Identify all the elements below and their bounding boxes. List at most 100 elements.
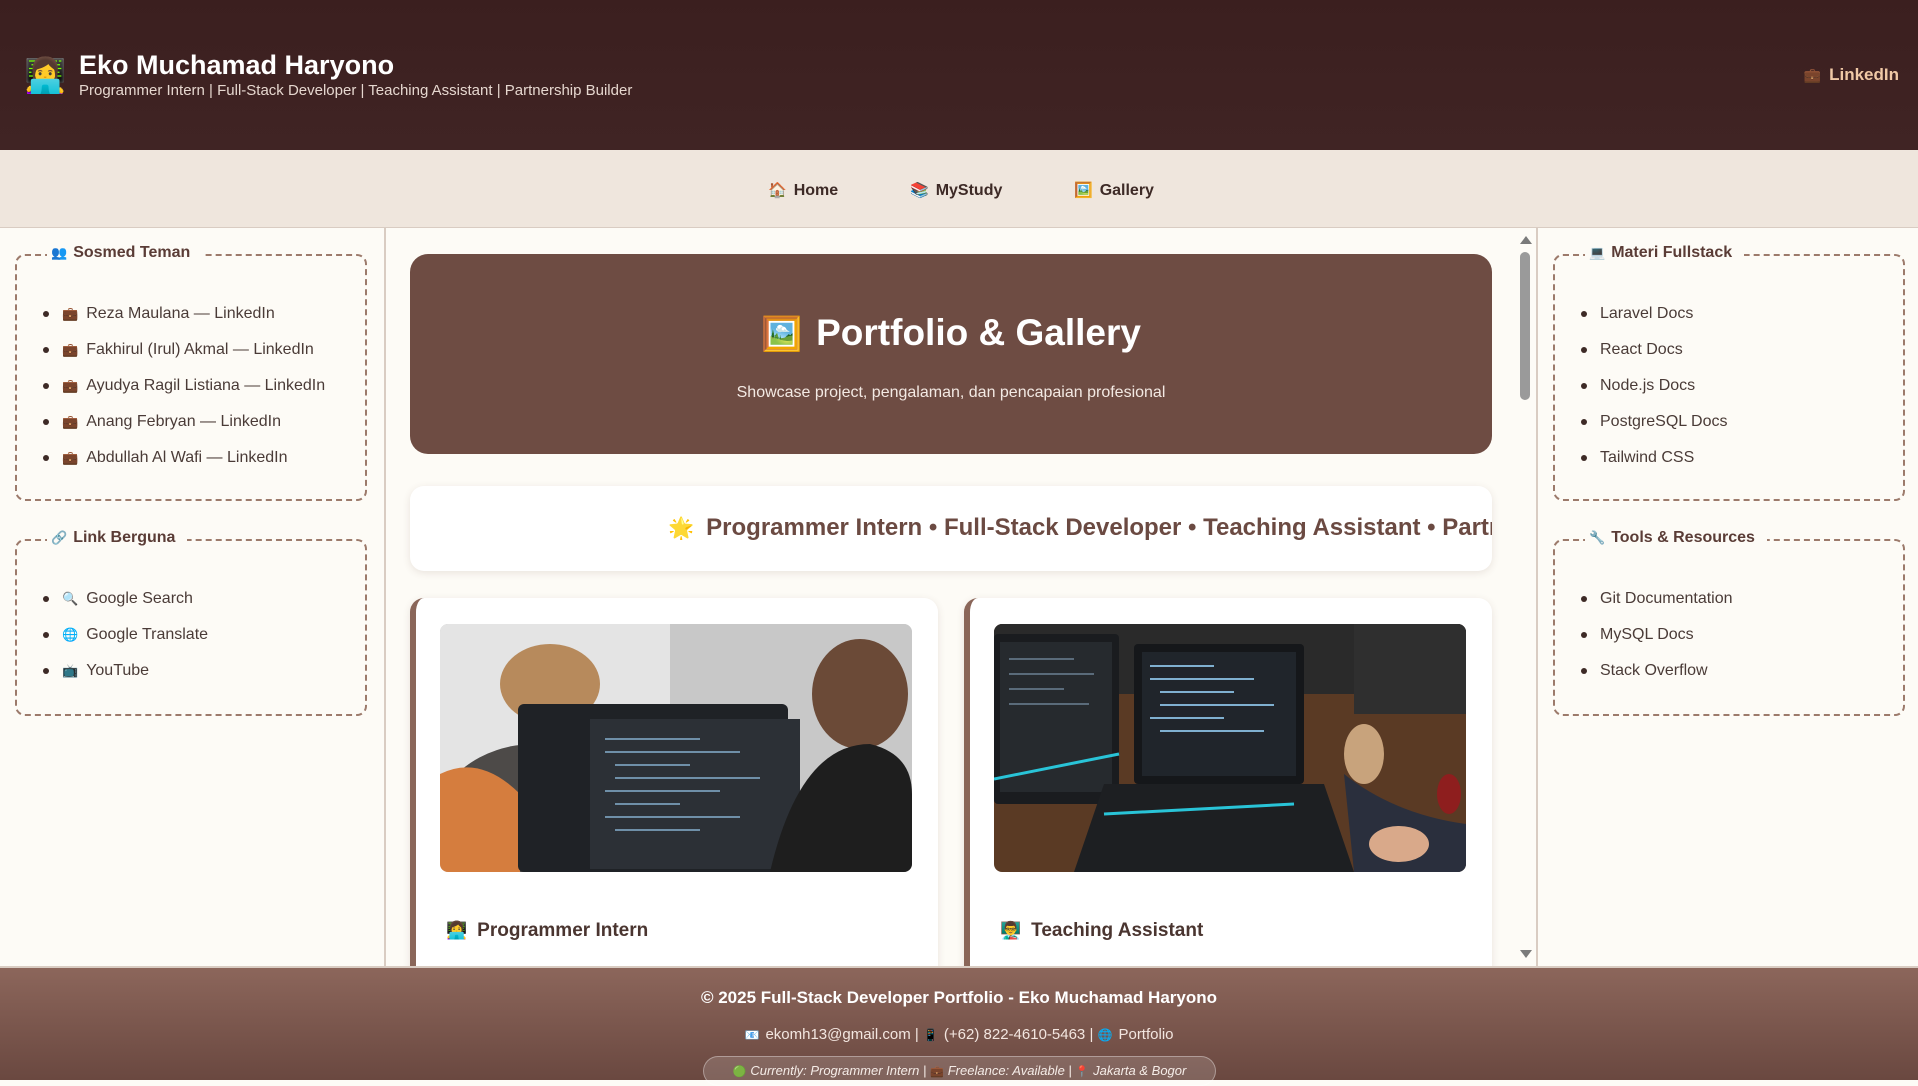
linkedin-link-label: LinkedIn xyxy=(1829,65,1899,84)
briefcase-icon: 💼 xyxy=(62,450,79,465)
scrollbar-thumb[interactable] xyxy=(1520,252,1530,400)
briefcase-icon: 💼 xyxy=(62,378,79,393)
card-title-text: Teaching Assistant xyxy=(1031,920,1204,941)
link-label: Google Translate xyxy=(86,626,209,643)
link-git-documentation[interactable]: Git Documentation xyxy=(1581,589,1733,625)
useful-links-title: 🔗 Link Berguna xyxy=(47,529,188,547)
footer-phone-link[interactable]: (+62) 822-4610-5463 xyxy=(944,1026,1085,1043)
card-title-teaching-assistant: 👨‍🏫 Teaching Assistant xyxy=(1000,920,1203,942)
roles-marquee: 🌟 Programmer Intern • Full-Stack Develope… xyxy=(410,486,1492,571)
link-youtube[interactable]: 📺 YouTube xyxy=(43,661,208,697)
link-tailwind-css[interactable]: Tailwind CSS xyxy=(1581,448,1727,484)
friend-link-label: Ayudya Ragil Listiana — LinkedIn xyxy=(86,377,326,394)
site-owner-name: Eko Muchamad Haryono xyxy=(79,50,395,80)
scroll-down-arrow-icon[interactable] xyxy=(1520,950,1532,958)
link-label: YouTube xyxy=(86,662,150,679)
house-icon: 🏠 xyxy=(768,182,787,199)
friend-link-label: Fakhirul (Irul) Akmal — LinkedIn xyxy=(86,341,314,358)
technologist-icon: 👩‍💻 xyxy=(446,921,468,940)
friend-link-abdullah[interactable]: 💼 Abdullah Al Wafi — LinkedIn xyxy=(43,448,325,484)
link-mysql-docs[interactable]: MySQL Docs xyxy=(1581,625,1733,661)
footer-portfolio-link[interactable]: Portfolio xyxy=(1118,1026,1173,1043)
link-label: Google Search xyxy=(86,590,193,607)
link-nodejs-docs[interactable]: Node.js Docs xyxy=(1581,376,1727,412)
email-icon: 📧 xyxy=(744,1028,760,1042)
laptop-icon: 💻 xyxy=(1589,245,1606,260)
fullstack-materials-box: 💻 Materi Fullstack Laravel Docs React Doc… xyxy=(1553,244,1905,501)
briefcase-icon: 💼 xyxy=(62,306,79,321)
hero-banner: 🖼️ Portfolio & Gallery Showcase project, … xyxy=(410,254,1492,454)
footer-contact-line: 📧 ekomh13@gmail.com | 📱 (+62) 822-4610-546… xyxy=(744,1026,1174,1043)
briefcase-icon: 💼 xyxy=(1803,67,1822,83)
link-icon: 🔗 xyxy=(51,530,68,545)
laptops-desk-photo xyxy=(994,624,1466,872)
friend-link-label: Anang Febryan — LinkedIn xyxy=(86,413,281,430)
main-content[interactable]: 🖼️ Portfolio & Gallery Showcase project, … xyxy=(386,228,1536,966)
marquee-text: 🌟 Programmer Intern • Full-Stack Develope… xyxy=(668,514,1492,542)
green-circle-icon: 🟢 xyxy=(732,1066,747,1078)
tools-resources-title-text: Tools & Resources xyxy=(1611,529,1755,546)
location-pin-icon: 📍 xyxy=(1075,1066,1090,1078)
link-google-search[interactable]: 🔍 Google Search xyxy=(43,589,208,625)
magnifier-icon: 🔍 xyxy=(62,591,79,606)
briefcase-icon: 💼 xyxy=(62,414,79,429)
friends-social-box: 👥 Sosmed Teman 💼 Reza Maulana — LinkedIn 💼… xyxy=(15,244,367,501)
phone-icon: 📱 xyxy=(922,1028,938,1042)
fullstack-materials-title: 💻 Materi Fullstack xyxy=(1585,244,1745,262)
gallery-card-teaching-assistant[interactable]: 👨‍🏫 Teaching Assistant xyxy=(964,598,1492,966)
link-laravel-docs[interactable]: Laravel Docs xyxy=(1581,304,1727,340)
friend-link-label: Reza Maulana — LinkedIn xyxy=(86,305,275,322)
useful-links-list: 🔍 Google Search 🌐 Google Translate 📺 YouTub… xyxy=(43,589,208,697)
developer-avatar-icon: 👩‍💻 xyxy=(24,57,67,95)
materials-list: Laravel Docs React Docs Node.js Docs Pos… xyxy=(1581,304,1727,484)
site-tagline: Programmer Intern | Full-Stack Developer… xyxy=(79,82,633,99)
tools-resources-title: 🔧 Tools & Resources xyxy=(1585,529,1767,547)
footer-status-pill: 🟢 Currently: Programmer Intern | 💼 Freelan… xyxy=(703,1056,1216,1086)
link-react-docs[interactable]: React Docs xyxy=(1581,340,1727,376)
linkedin-link[interactable]: 💼 LinkedIn xyxy=(1804,65,1899,85)
link-postgresql-docs[interactable]: PostgreSQL Docs xyxy=(1581,412,1727,448)
wrench-icon: 🔧 xyxy=(1589,530,1606,545)
briefcase-icon: 💼 xyxy=(930,1066,944,1078)
hero-title: 🖼️ Portfolio & Gallery xyxy=(410,312,1492,354)
card-title-text: Programmer Intern xyxy=(477,920,649,941)
globe-icon: 🌐 xyxy=(1097,1028,1113,1042)
marquee-roles-text: Programmer Intern • Full-Stack Developer… xyxy=(706,514,1492,541)
tools-resources-box: 🔧 Tools & Resources Git Documentation MyS… xyxy=(1553,529,1905,716)
left-sidebar: 👥 Sosmed Teman 💼 Reza Maulana — LinkedIn 💼… xyxy=(0,228,386,966)
tools-list: Git Documentation MySQL Docs Stack Overf… xyxy=(1581,589,1733,697)
books-icon: 📚 xyxy=(910,182,929,199)
gallery-card-programmer-intern[interactable]: 👩‍💻 Programmer Intern xyxy=(410,598,938,966)
friends-social-title-text: Sosmed Teman xyxy=(73,244,191,261)
star-icon: 🌟 xyxy=(668,517,695,540)
teacher-icon: 👨‍🏫 xyxy=(1000,921,1022,940)
people-icon: 👥 xyxy=(51,245,68,260)
scroll-up-arrow-icon[interactable] xyxy=(1520,236,1532,244)
nav-mystudy-label: MyStudy xyxy=(935,182,1003,199)
link-google-translate[interactable]: 🌐 Google Translate xyxy=(43,625,208,661)
friend-link-anang[interactable]: 💼 Anang Febryan — LinkedIn xyxy=(43,412,325,448)
friends-list: 💼 Reza Maulana — LinkedIn 💼 Fakhirul (Irul… xyxy=(43,304,325,484)
hero-title-text: Portfolio & Gallery xyxy=(816,312,1141,353)
footer-email-link[interactable]: ekomh13@gmail.com xyxy=(765,1026,910,1043)
footer-freelance-text: Freelance: Available xyxy=(947,1063,1065,1078)
friend-link-ayudya[interactable]: 💼 Ayudya Ragil Listiana — LinkedIn xyxy=(43,376,325,412)
card-title-programmer-intern: 👩‍💻 Programmer Intern xyxy=(446,920,648,942)
nav-mystudy[interactable]: 📚 MyStudy xyxy=(910,181,1002,200)
nav-gallery-label: Gallery xyxy=(1099,182,1154,199)
picture-icon: 🖼️ xyxy=(1074,182,1093,199)
nav-home[interactable]: 🏠 Home xyxy=(768,181,838,200)
friend-link-fakhirul[interactable]: 💼 Fakhirul (Irul) Akmal — LinkedIn xyxy=(43,340,325,376)
main-scrollbar[interactable] xyxy=(1516,228,1534,966)
site-header: 👩‍💻 Eko Muchamad Haryono Programmer Inte… xyxy=(0,0,1918,150)
friend-link-reza[interactable]: 💼 Reza Maulana — LinkedIn xyxy=(43,304,325,340)
friends-social-title: 👥 Sosmed Teman xyxy=(47,244,203,262)
right-sidebar: 💻 Materi Fullstack Laravel Docs React Doc… xyxy=(1536,228,1918,966)
nav-gallery[interactable]: 🖼️ Gallery xyxy=(1074,181,1154,200)
useful-links-title-text: Link Berguna xyxy=(73,529,176,546)
briefcase-icon: 💼 xyxy=(62,342,79,357)
hero-subtitle: Showcase project, pengalaman, dan pencap… xyxy=(736,384,1166,401)
footer-location-text: Jakarta & Bogor xyxy=(1093,1063,1187,1078)
site-footer: © 2025 Full-Stack Developer Portfolio - … xyxy=(0,966,1918,1086)
link-stack-overflow[interactable]: Stack Overflow xyxy=(1581,661,1733,697)
